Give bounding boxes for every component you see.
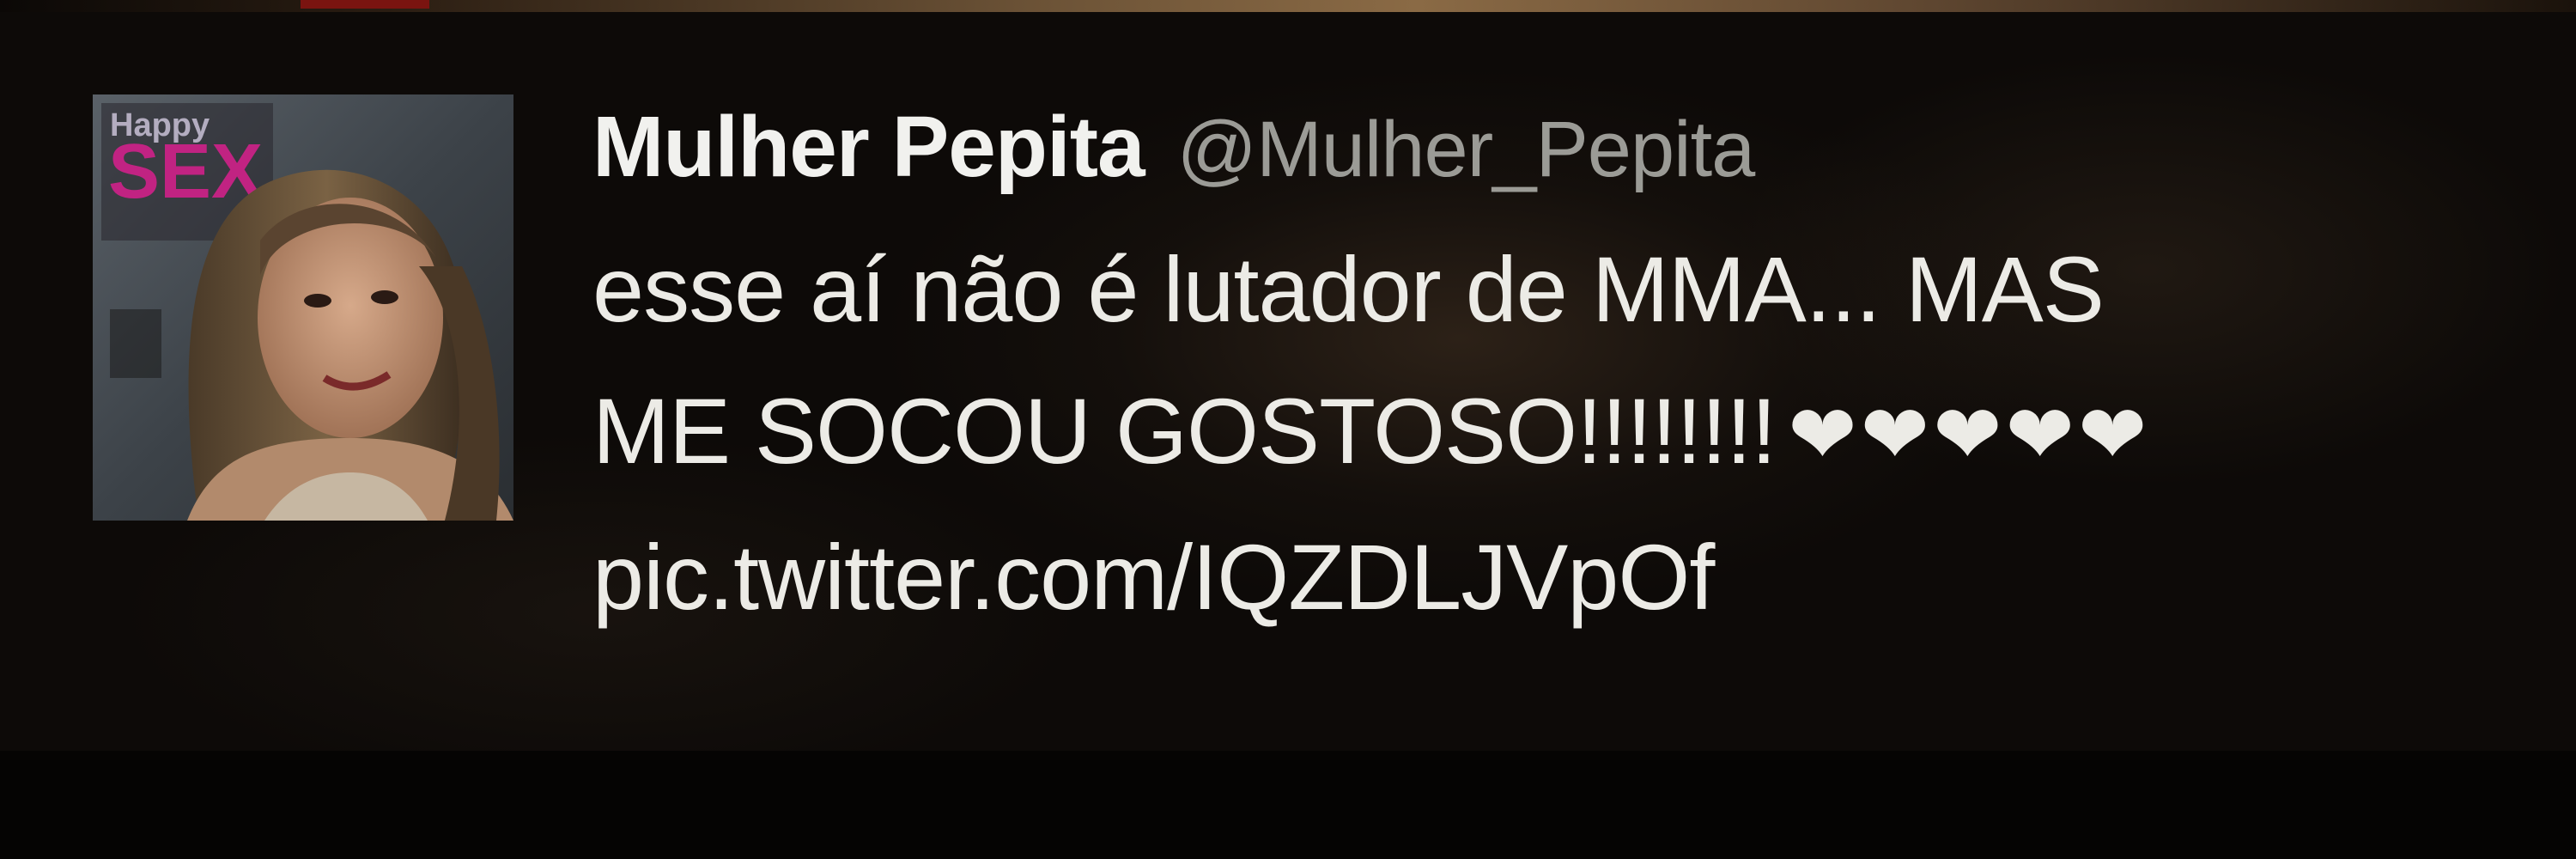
- avatar[interactable]: SEX Happy: [93, 94, 513, 521]
- tweet-card[interactable]: SEX Happy Mulher Pepita @Mulher_Pepita e…: [0, 12, 2576, 751]
- svg-text:Happy: Happy: [110, 107, 210, 143]
- tweet-text-line-2-text: ME SOCOU GOSTOSO!!!!!!!!: [592, 379, 1777, 483]
- top-strip-accent: [301, 0, 429, 9]
- user-handle[interactable]: @Mulher_Pepita: [1177, 105, 1756, 195]
- heart-icons: ❤❤❤❤❤: [1788, 389, 2151, 481]
- tweet-header: Mulher Pepita @Mulher_Pepita: [592, 98, 2567, 210]
- tweet-text-line-2: ME SOCOU GOSTOSO!!!!!!!! ❤❤❤❤❤: [592, 360, 2567, 506]
- tweet-body: Mulher Pepita @Mulher_Pepita esse aí não…: [592, 98, 2567, 648]
- tweet-media-link[interactable]: pic.twitter.com/IQZDLJVpOf: [592, 506, 2567, 648]
- top-strip: [0, 0, 2576, 12]
- display-name[interactable]: Mulher Pepita: [592, 98, 1145, 197]
- tweet-text: esse aí não é lutador de MMA... MAS ME S…: [592, 218, 2567, 506]
- tweet-text-line-1: esse aí não é lutador de MMA... MAS: [592, 237, 2105, 341]
- avatar-photo: SEX Happy: [93, 94, 513, 521]
